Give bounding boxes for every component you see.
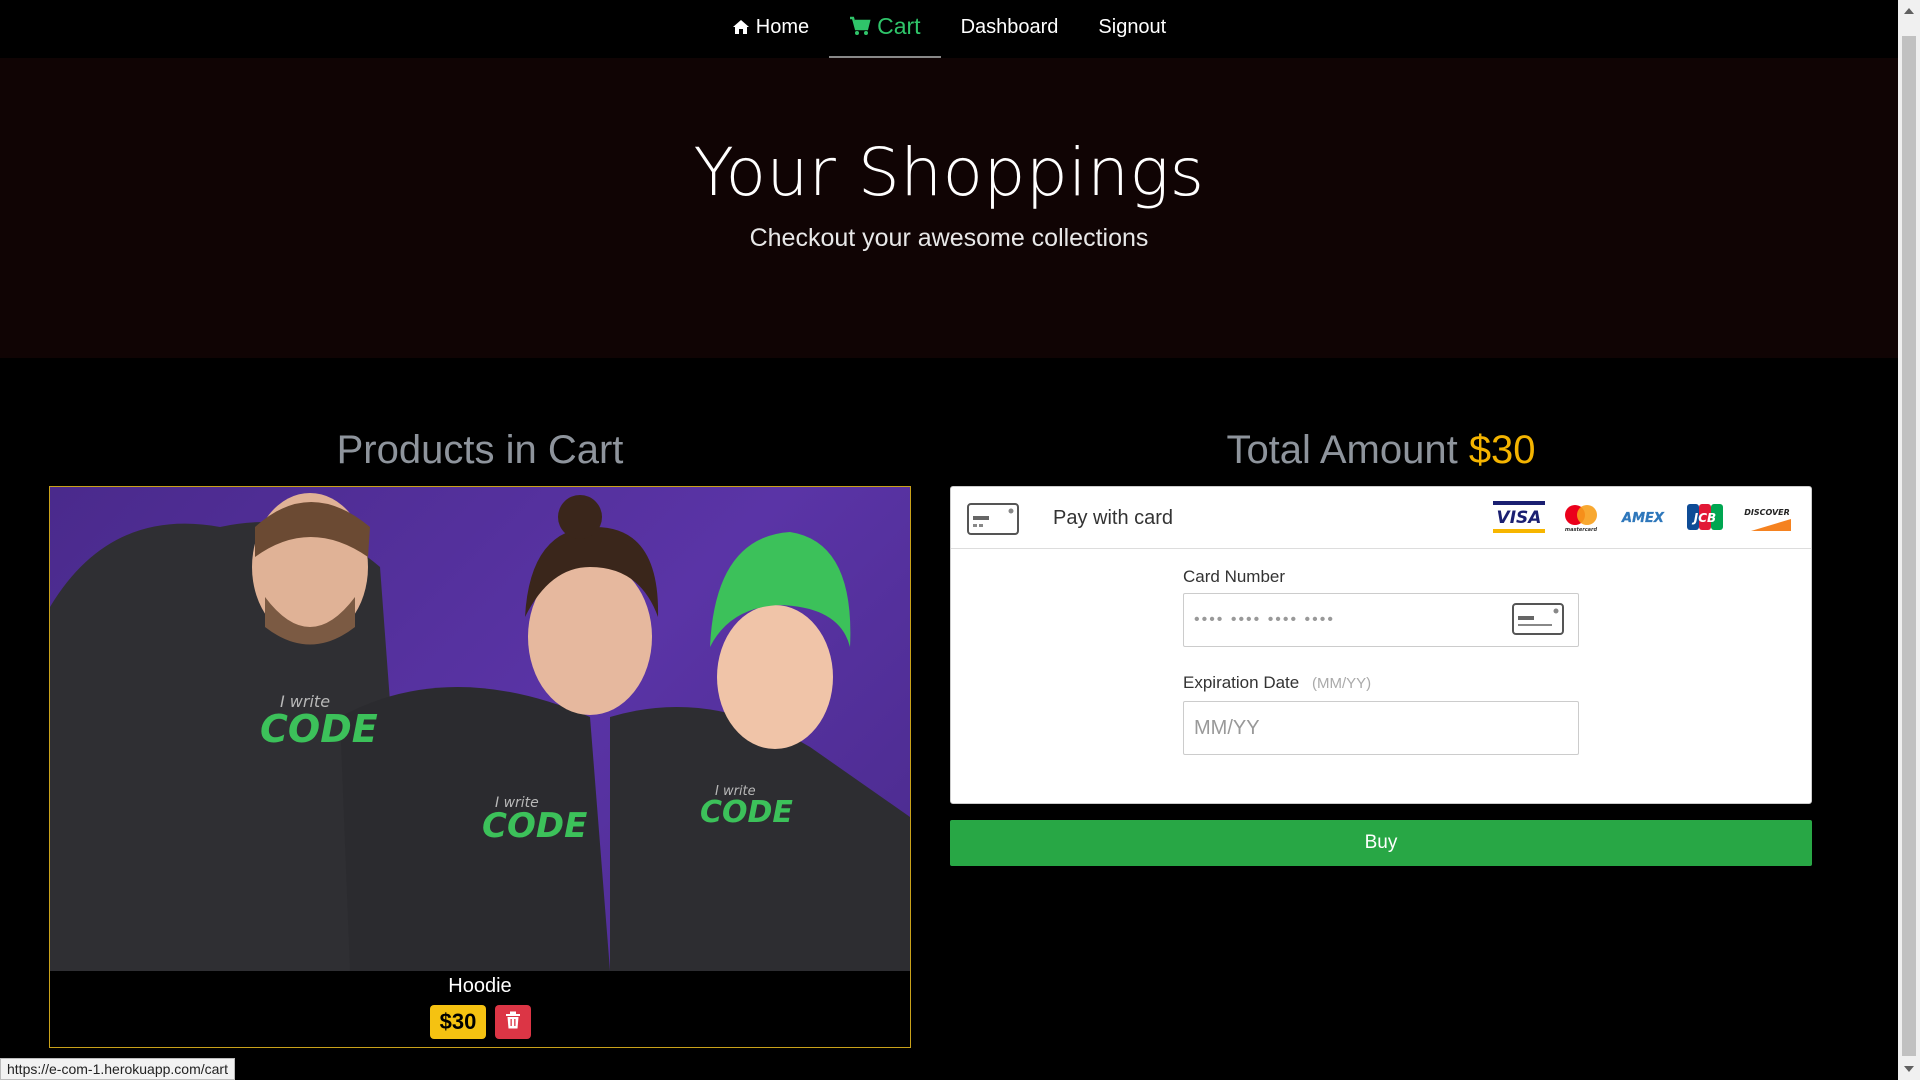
- product-card: I write CODE I write CODE I write CODE H…: [49, 486, 911, 1048]
- scroll-down-icon[interactable]: [1904, 1066, 1914, 1072]
- nav-home-label: Home: [755, 15, 810, 38]
- scroll-thumb[interactable]: [1902, 36, 1916, 1056]
- scroll-up-icon[interactable]: [1904, 8, 1914, 14]
- card-number-placeholder: •••• •••• •••• ••••: [1194, 611, 1335, 628]
- expiry-label: Expiration Date: [1183, 673, 1300, 692]
- expiry-placeholder: MM/YY: [1194, 716, 1260, 739]
- svg-text:VISA: VISA: [1497, 508, 1542, 528]
- product-image: I write CODE I write CODE I write CODE: [50, 487, 910, 971]
- payment-title: Pay with card: [1053, 507, 1174, 529]
- svg-text:CODE: CODE: [700, 795, 793, 830]
- svg-text:JCB: JCB: [1692, 511, 1716, 525]
- nav-dashboard[interactable]: Dashboard: [941, 0, 1079, 58]
- amex-icon: AMEX: [1617, 501, 1669, 533]
- svg-text:AMEX: AMEX: [1621, 511, 1665, 526]
- card-input-icon: [1512, 603, 1564, 641]
- svg-text:mastercard: mastercard: [1565, 527, 1598, 533]
- jcb-icon: JCB: [1679, 501, 1731, 533]
- product-price-badge: $30: [430, 1005, 486, 1039]
- svg-text:DISCOVER: DISCOVER: [1744, 508, 1790, 517]
- page-title: Your Shoppings: [693, 134, 1205, 211]
- expiry-label-row: Expiration Date (MM/YY): [1183, 673, 1371, 693]
- page-subtitle: Checkout your awesome collections: [749, 224, 1149, 252]
- status-bar-url: https://e-com-1.herokuapp.com/cart: [0, 1058, 235, 1080]
- nav-cart-label: Cart: [877, 12, 921, 39]
- payment-form: Pay with card VISA mastercard AMEX JCB D…: [950, 486, 1812, 804]
- nav-home[interactable]: Home: [712, 0, 829, 58]
- cart-icon: [849, 16, 871, 36]
- product-name: Hoodie: [448, 975, 512, 997]
- discover-icon: DISCOVER: [1741, 501, 1793, 533]
- buy-button[interactable]: Buy: [950, 820, 1812, 866]
- nav-signout[interactable]: Signout: [1078, 0, 1186, 58]
- page-scrollbar[interactable]: [1898, 0, 1920, 1080]
- remove-from-cart-button[interactable]: [495, 1005, 531, 1039]
- total-heading: Total Amount $30: [950, 428, 1812, 473]
- card-number-input[interactable]: •••• •••• •••• ••••: [1183, 593, 1579, 647]
- mastercard-icon: mastercard: [1555, 501, 1607, 533]
- nav-signout-label: Signout: [1098, 15, 1167, 38]
- image-text-big: CODE: [260, 707, 378, 751]
- credit-card-icon: [967, 503, 1019, 540]
- nav-cart[interactable]: Cart: [829, 0, 941, 58]
- visa-icon: VISA: [1493, 501, 1545, 533]
- payment-header: Pay with card VISA mastercard AMEX JCB D…: [951, 487, 1811, 549]
- card-brands: VISA mastercard AMEX JCB DISCOVER: [1493, 501, 1793, 533]
- hero-banner: Your Shoppings Checkout your awesome col…: [0, 58, 1898, 358]
- card-number-label: Card Number: [1183, 567, 1286, 586]
- expiry-input[interactable]: MM/YY: [1183, 701, 1579, 755]
- cart-heading: Products in Cart: [336, 428, 624, 472]
- expiry-hint: (MM/YY): [1311, 675, 1372, 692]
- nav-dashboard-label: Dashboard: [960, 15, 1059, 38]
- home-icon: [732, 19, 750, 35]
- total-label: Total Amount: [1226, 428, 1458, 472]
- top-navbar: Home Cart Dashboard Signout: [0, 0, 1898, 58]
- svg-text:CODE: CODE: [482, 806, 587, 846]
- trash-icon: [505, 1011, 521, 1034]
- total-amount: $30: [1468, 428, 1536, 472]
